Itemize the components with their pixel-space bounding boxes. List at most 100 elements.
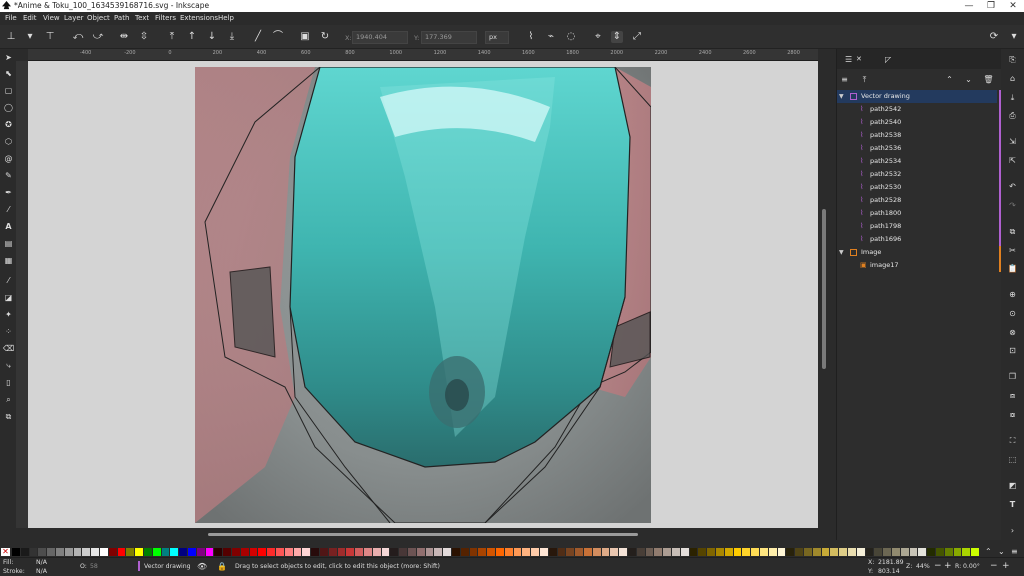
select-all-icon[interactable]: ⊥ bbox=[5, 31, 17, 43]
color-swatch[interactable] bbox=[152, 548, 161, 556]
color-swatch[interactable] bbox=[566, 548, 575, 556]
color-swatch[interactable] bbox=[161, 548, 170, 556]
ellipse-tool-icon[interactable]: ◯ bbox=[3, 102, 14, 113]
rectangle-tool-icon[interactable]: ▢ bbox=[3, 85, 14, 96]
color-swatch[interactable] bbox=[47, 548, 55, 556]
color-swatch[interactable] bbox=[144, 548, 152, 556]
snap-dropdown-icon[interactable]: ▾ bbox=[1008, 31, 1020, 43]
color-swatch[interactable] bbox=[786, 548, 795, 556]
print-icon[interactable]: ⎙ bbox=[1007, 110, 1018, 121]
open-file-icon[interactable]: ⌂ bbox=[1007, 73, 1018, 84]
move-up-icon[interactable]: ⌃ bbox=[944, 74, 955, 85]
menu-text[interactable]: Text bbox=[135, 14, 149, 22]
save-icon[interactable]: ⤓ bbox=[1007, 92, 1018, 103]
color-swatch[interactable] bbox=[592, 548, 601, 556]
transform-rotate-icon[interactable]: ↻ bbox=[319, 31, 331, 43]
dropdown-icon[interactable]: ▾ bbox=[24, 31, 36, 43]
clip-path-icon[interactable]: ⌁ bbox=[545, 31, 557, 43]
object-row[interactable]: ⌇ path2534 bbox=[837, 155, 1001, 168]
color-swatch[interactable] bbox=[284, 548, 293, 556]
transform-box-icon[interactable]: ▣ bbox=[299, 31, 311, 43]
object-row[interactable]: ⌇ path2540 bbox=[837, 116, 1001, 129]
color-swatch[interactable] bbox=[276, 548, 284, 556]
color-swatch[interactable] bbox=[372, 548, 381, 556]
color-swatch[interactable] bbox=[751, 548, 759, 556]
move-to-layer-icon[interactable]: ⤒ bbox=[859, 74, 870, 85]
node-tool-icon[interactable]: ⬉ bbox=[3, 68, 14, 79]
current-layer-select[interactable]: Vector drawing bbox=[144, 563, 191, 570]
text-tool-icon[interactable]: A bbox=[3, 221, 14, 232]
color-swatch[interactable] bbox=[733, 548, 742, 556]
pages-tool-icon[interactable]: ⧉ bbox=[3, 411, 14, 422]
paint-bucket-tool-icon[interactable]: ◪ bbox=[3, 292, 14, 303]
color-swatch[interactable] bbox=[936, 548, 944, 556]
object-row[interactable]: ⌇ path2536 bbox=[837, 142, 1001, 155]
palette-menu-icon[interactable]: ≡ bbox=[1011, 548, 1021, 556]
more-commands-icon[interactable]: › bbox=[1007, 525, 1018, 536]
color-swatch[interactable] bbox=[531, 548, 539, 556]
object-row[interactable]: ⌇ path2538 bbox=[837, 129, 1001, 142]
minimize-button[interactable]: — bbox=[958, 0, 980, 12]
color-swatch[interactable] bbox=[830, 548, 839, 556]
paste-icon[interactable]: 📋 bbox=[1007, 263, 1018, 274]
export-icon[interactable]: ⇱ bbox=[1007, 155, 1018, 166]
flip-horizontal-icon[interactable]: ⇹ bbox=[118, 31, 130, 43]
stroke-value[interactable]: N/A bbox=[36, 568, 47, 575]
measure-tool-icon[interactable]: ▯ bbox=[3, 377, 14, 388]
pencil-tool-icon[interactable]: ✎ bbox=[3, 170, 14, 181]
flip-vertical-icon[interactable]: ⇳ bbox=[138, 31, 150, 43]
color-swatch[interactable] bbox=[804, 548, 812, 556]
new-document-icon[interactable]: ⎘ bbox=[1007, 54, 1018, 65]
color-swatch[interactable] bbox=[821, 548, 830, 556]
color-swatch[interactable] bbox=[654, 548, 663, 556]
ungroup-icon[interactable]: ⬚ bbox=[1007, 454, 1018, 465]
color-swatch[interactable] bbox=[883, 548, 891, 556]
color-swatch[interactable] bbox=[258, 548, 267, 556]
horizontal-scroll-thumb[interactable] bbox=[208, 533, 638, 536]
menu-file[interactable]: File bbox=[5, 14, 17, 22]
color-swatch[interactable] bbox=[777, 548, 786, 556]
calligraphy-tool-icon[interactable]: ⁄ bbox=[3, 204, 14, 215]
layer-visibility-icon[interactable]: 👁 bbox=[197, 562, 207, 571]
color-swatch[interactable] bbox=[971, 548, 979, 556]
move-down-icon[interactable]: ⌄ bbox=[963, 74, 974, 85]
gradient-tool-icon[interactable]: ▤ bbox=[3, 238, 14, 249]
color-swatch[interactable] bbox=[795, 548, 803, 556]
color-swatch[interactable] bbox=[126, 548, 135, 556]
menu-object[interactable]: Object bbox=[87, 14, 110, 22]
color-swatch[interactable] bbox=[399, 548, 407, 556]
color-swatch[interactable] bbox=[680, 548, 689, 556]
color-swatch[interactable] bbox=[698, 548, 707, 556]
raise-to-top-icon[interactable]: ⤒ bbox=[166, 31, 178, 43]
rotate-field[interactable]: 0.00° bbox=[963, 563, 980, 570]
color-swatch[interactable] bbox=[320, 548, 328, 556]
tab-layers-objects[interactable]: ☰ bbox=[845, 52, 852, 67]
color-swatch[interactable] bbox=[962, 548, 971, 556]
y-coordinate-field[interactable]: 177.369 bbox=[421, 31, 477, 44]
pen-tool-icon[interactable]: ✒ bbox=[3, 187, 14, 198]
color-swatch[interactable] bbox=[408, 548, 416, 556]
lower-icon[interactable]: ↓ bbox=[206, 31, 218, 43]
color-swatch[interactable] bbox=[865, 548, 874, 556]
menu-filters[interactable]: Filters bbox=[155, 14, 176, 22]
color-swatch[interactable] bbox=[760, 548, 768, 556]
close-button[interactable]: ✕ bbox=[1002, 0, 1024, 12]
color-swatch[interactable] bbox=[20, 548, 29, 556]
clone-icon[interactable]: ⧈ bbox=[1007, 390, 1018, 401]
color-swatch[interactable] bbox=[91, 548, 99, 556]
color-swatch[interactable] bbox=[196, 548, 205, 556]
box3d-tool-icon[interactable]: ⬡ bbox=[3, 136, 14, 147]
object-row[interactable]: ⌇ path1798 bbox=[837, 220, 1001, 233]
zoom-width-icon[interactable]: ⊡ bbox=[1007, 345, 1018, 356]
tab-fill-stroke[interactable]: ◸ bbox=[885, 52, 891, 67]
color-swatch[interactable] bbox=[575, 548, 583, 556]
color-swatch[interactable] bbox=[214, 548, 223, 556]
color-swatch[interactable] bbox=[742, 548, 751, 556]
color-swatch[interactable] bbox=[768, 548, 777, 556]
menu-edit[interactable]: Edit bbox=[23, 14, 37, 22]
rotate-cw-icon[interactable]: ⤻ bbox=[92, 31, 104, 43]
color-swatch[interactable] bbox=[918, 548, 927, 556]
color-swatch[interactable] bbox=[460, 548, 469, 556]
connector-tool-icon[interactable]: ⤷ bbox=[3, 360, 14, 371]
color-swatch[interactable] bbox=[628, 548, 636, 556]
